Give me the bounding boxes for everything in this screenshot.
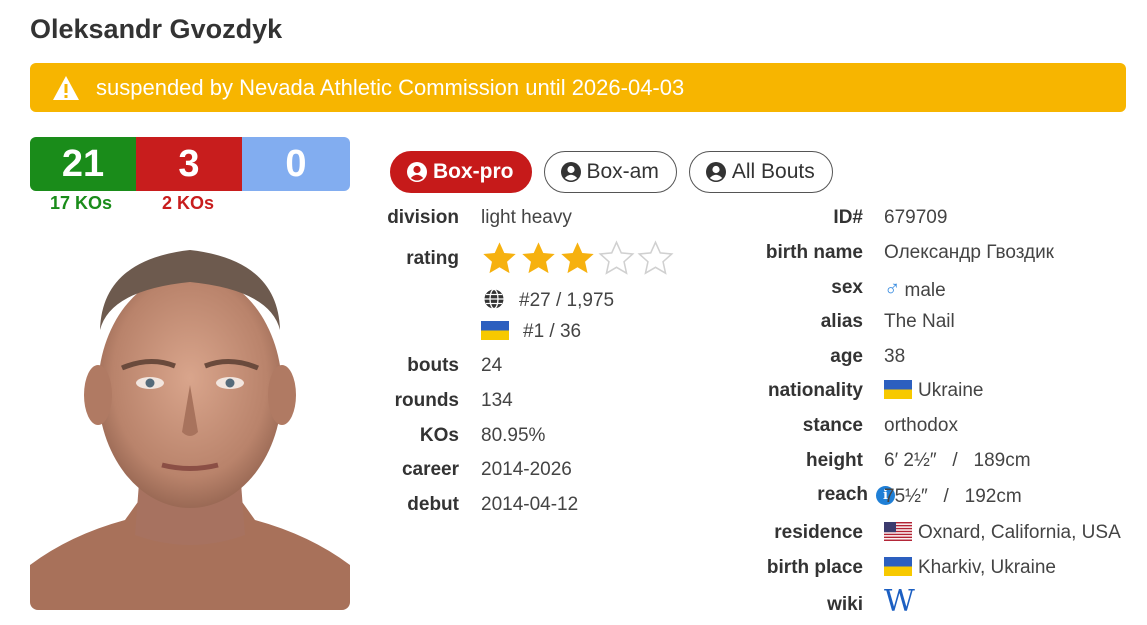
bouts-label: bouts <box>407 355 459 376</box>
world-rank[interactable]: #27 / 1,975 <box>483 288 614 312</box>
losses-count[interactable]: 3 <box>136 137 242 191</box>
losses-kos: 2 KOs <box>162 193 215 213</box>
height-label: height <box>806 450 863 471</box>
residence-label: residence <box>774 522 863 543</box>
height-value: 6′ 2½″ / 189cm <box>884 450 1031 471</box>
kos-label: KOs <box>419 425 459 446</box>
residence-value[interactable]: Oxnard, California, USA <box>884 522 1121 544</box>
fighter-name: Oleksandr Gvozdyk <box>30 14 283 44</box>
birth-place-label: birth place <box>766 557 863 578</box>
record-tabs: Box-pro Box-am All Bouts <box>390 151 833 193</box>
birth-name-value: Олександр Гвоздик <box>884 242 1054 263</box>
bouts-value: 24 <box>481 355 503 376</box>
country-rank-value: #1 / 36 <box>523 321 582 342</box>
suspension-text: suspended by Nevada Athletic Commission … <box>96 74 685 100</box>
warning-icon <box>53 75 79 100</box>
nationality-value[interactable]: Ukraine <box>884 380 983 402</box>
sex-text: male <box>904 280 946 301</box>
sex-value: ♂ male <box>884 276 946 302</box>
id-value: 679709 <box>884 207 948 228</box>
tab-box-pro[interactable]: Box-pro <box>390 151 532 193</box>
stance-value: orthodox <box>884 415 958 436</box>
country-rank[interactable]: #1 / 36 <box>481 321 581 343</box>
star-empty-icon <box>598 240 635 275</box>
alias-value: The Nail <box>884 311 955 332</box>
record-bar: 21 3 0 <box>30 137 350 191</box>
id-label: ID# <box>833 207 863 228</box>
star-filled-icon <box>561 242 594 274</box>
career-label: career <box>401 459 459 480</box>
birth-place-text: Kharkiv, Ukraine <box>918 557 1056 578</box>
nationality-text: Ukraine <box>918 380 984 401</box>
ukraine-flag-icon <box>884 380 912 399</box>
fighter-photo <box>30 220 350 610</box>
star-filled-icon <box>522 242 555 274</box>
age-label: age <box>830 346 863 367</box>
kos-value: 80.95% <box>481 425 546 446</box>
star-filled-icon <box>483 242 516 274</box>
wins-kos: 17 KOs <box>50 193 113 213</box>
reach-label-text: reach <box>817 484 868 505</box>
tab-box-am[interactable]: Box-am <box>543 151 677 193</box>
tab-label: All Bouts <box>731 160 815 183</box>
tab-label: Box-am <box>586 160 659 183</box>
tab-label: Box-pro <box>433 160 514 183</box>
reach-value: 75½″ / 192cm <box>884 486 1022 507</box>
rating-stars <box>481 240 674 277</box>
wiki-label: wiki <box>827 594 863 615</box>
rating-label: rating <box>406 248 459 269</box>
career-value: 2014-2026 <box>481 459 572 480</box>
user-icon <box>705 162 726 182</box>
division-value[interactable]: light heavy <box>481 207 572 229</box>
debut-value[interactable]: 2014-04-12 <box>481 494 578 516</box>
draws-count[interactable]: 0 <box>242 137 350 191</box>
tab-all-bouts[interactable]: All Bouts <box>688 151 833 193</box>
age-value: 38 <box>884 346 906 367</box>
ukraine-flag-icon <box>481 321 509 340</box>
world-rank-value: #27 / 1,975 <box>519 290 615 311</box>
wikipedia-icon: W <box>884 584 915 619</box>
usa-flag-icon <box>884 522 912 541</box>
wins-count[interactable]: 21 <box>30 137 136 191</box>
debut-label: debut <box>407 494 459 515</box>
user-icon <box>560 162 581 182</box>
star-empty-icon <box>637 240 674 275</box>
wikipedia-link[interactable]: W <box>884 584 915 619</box>
residence-text: Oxnard, California, USA <box>918 522 1121 543</box>
nationality-label: nationality <box>767 380 863 401</box>
rounds-label: rounds <box>394 390 459 411</box>
sex-label: sex <box>831 277 863 298</box>
alias-label: alias <box>820 311 863 332</box>
suspension-alert: suspended by Nevada Athletic Commission … <box>30 63 1126 112</box>
birth-name-label: birth name <box>765 242 863 263</box>
stance-label: stance <box>802 415 863 436</box>
division-label: division <box>387 207 459 228</box>
birth-place-value[interactable]: Kharkiv, Ukraine <box>884 557 1056 579</box>
ukraine-flag-icon <box>884 557 912 576</box>
rounds-value: 134 <box>481 390 513 411</box>
globe-icon <box>484 288 504 310</box>
user-icon <box>407 162 427 182</box>
male-icon: ♂ <box>884 276 901 301</box>
